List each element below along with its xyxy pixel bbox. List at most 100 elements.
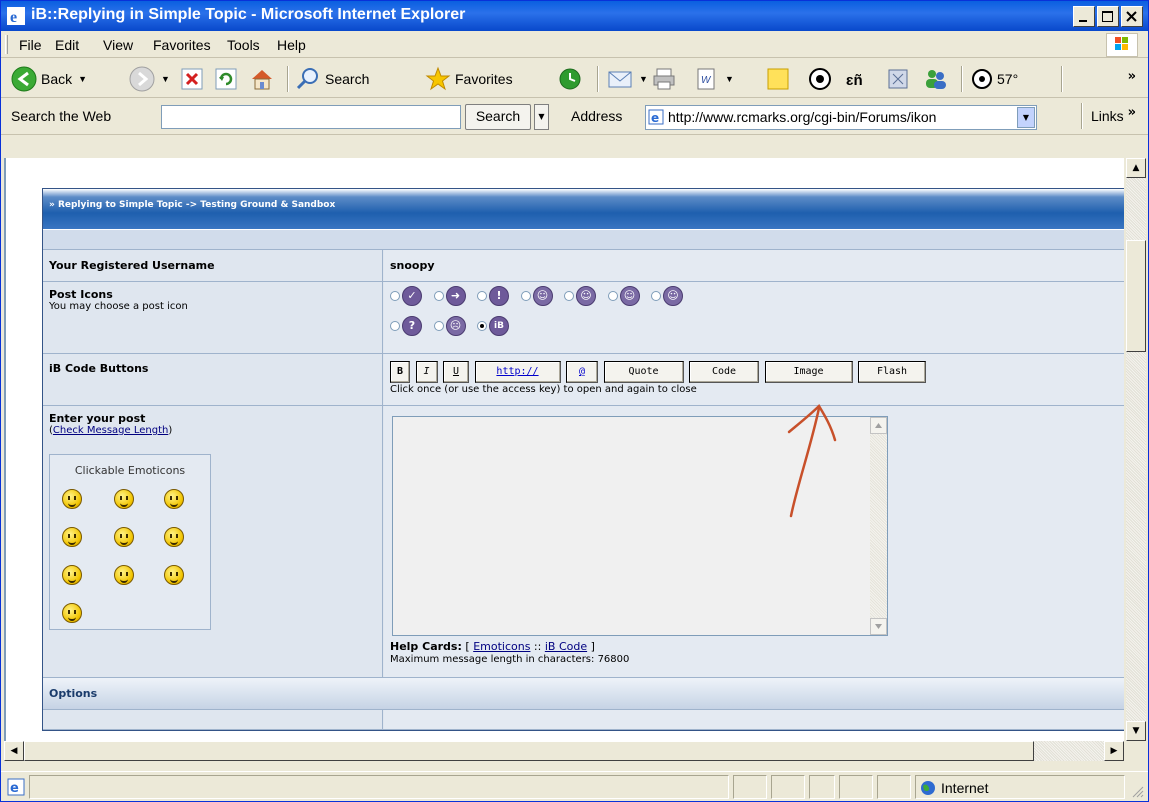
links-button[interactable]: Links: [1091, 108, 1124, 124]
cool-emoticon-icon[interactable]: [164, 565, 184, 585]
search-web-label: Search the Web: [11, 108, 112, 124]
minimize-icon: [1079, 20, 1087, 22]
mail-dropdown-icon[interactable]: ▼: [639, 74, 648, 84]
refresh-button[interactable]: [215, 64, 237, 94]
checkmark-icon: ✓: [402, 286, 422, 306]
back-dropdown-icon[interactable]: ▼: [78, 74, 87, 84]
url-button[interactable]: http://: [474, 361, 561, 383]
menu-tools[interactable]: Tools: [227, 37, 260, 53]
menu-file[interactable]: File: [19, 37, 42, 53]
zone-label: Internet: [941, 780, 989, 796]
menu-favorites[interactable]: Favorites: [153, 37, 211, 53]
check-length-link[interactable]: Check Message Length: [53, 425, 168, 436]
smile-icon: ☺: [532, 286, 553, 306]
stop-button[interactable]: [181, 64, 203, 94]
search-web-button[interactable]: Search: [465, 104, 531, 130]
tongue-emoticon-icon[interactable]: [62, 565, 82, 585]
scroll-right-icon[interactable]: ▶: [1104, 741, 1124, 761]
resize-grip-icon[interactable]: [1130, 784, 1144, 798]
email-button[interactable]: @: [566, 361, 598, 383]
maximize-button[interactable]: [1097, 6, 1119, 27]
history-button[interactable]: [557, 64, 583, 94]
post-icon-radio-selected[interactable]: [477, 321, 487, 331]
underline-button[interactable]: U: [443, 361, 469, 383]
forward-dropdown-icon[interactable]: ▼: [161, 74, 170, 84]
media-button[interactable]: [885, 64, 911, 94]
flash-button[interactable]: Flash: [858, 361, 926, 383]
scroll-left-icon[interactable]: ◀: [4, 741, 24, 761]
post-icon-radio[interactable]: [607, 291, 618, 301]
post-icon-radio[interactable]: [433, 291, 444, 301]
research-button[interactable]: ɛñ: [845, 64, 875, 94]
edit-word-button[interactable]: W ▼: [693, 64, 734, 94]
post-textarea[interactable]: [392, 416, 888, 636]
smiley-emoticon-icon[interactable]: [62, 489, 82, 509]
search-web-dropdown[interactable]: ▼: [534, 104, 549, 130]
svg-text:ɛñ: ɛñ: [846, 72, 863, 89]
horizontal-scroll-thumb[interactable]: [24, 741, 1034, 761]
favorites-button[interactable]: Favorites: [425, 64, 513, 94]
code-button[interactable]: Code: [689, 361, 759, 383]
discuss-button[interactable]: [765, 64, 791, 94]
quote-button[interactable]: Quote: [603, 361, 684, 383]
post-icon-radio[interactable]: [564, 291, 574, 301]
laugh-emoticon-icon[interactable]: [164, 489, 184, 509]
scroll-up-icon[interactable]: ▲: [1126, 158, 1146, 178]
address-input[interactable]: e http://www.rcmarks.org/cgi-bin/Forums/…: [645, 105, 1037, 130]
edit-dropdown-icon[interactable]: ▼: [725, 74, 734, 84]
post-icon-radio[interactable]: [433, 321, 444, 331]
toolbar-chevron-icon[interactable]: »: [1128, 69, 1136, 84]
toolbar-grip[interactable]: [5, 35, 8, 54]
post-icon-radio[interactable]: [390, 321, 400, 331]
close-button[interactable]: [1121, 6, 1143, 27]
address-bar: Search the Web Search ▼ Address e http:/…: [1, 99, 1148, 135]
bold-button[interactable]: B: [390, 361, 410, 383]
horizontal-scrollbar[interactable]: ◀ ▶: [4, 741, 1124, 761]
standard-toolbar: Back ▼ ▼ Search Favorites ▼ W ▼ ɛñ 57° »: [1, 59, 1148, 98]
italic-button[interactable]: I: [415, 361, 438, 383]
weather-button[interactable]: 57°: [971, 64, 1018, 94]
favorites-label: Favorites: [455, 71, 513, 87]
textarea-scroll-down-icon[interactable]: [870, 618, 887, 635]
search-web-input[interactable]: [161, 105, 461, 129]
emoticons-help-link[interactable]: Emoticons: [473, 640, 530, 653]
help-cards-label: Help Cards:: [390, 640, 462, 653]
vertical-scroll-thumb[interactable]: [1126, 240, 1146, 352]
post-icon-radio[interactable]: [390, 291, 400, 301]
contacts-button[interactable]: [923, 64, 949, 94]
search-button[interactable]: Search: [295, 64, 369, 94]
menu-help[interactable]: Help: [277, 37, 306, 53]
minimize-button[interactable]: [1073, 6, 1095, 27]
post-icon-radio[interactable]: [520, 291, 531, 301]
question-icon: ?: [402, 316, 422, 336]
menu-view[interactable]: View: [103, 37, 133, 53]
wink-emoticon-icon[interactable]: [114, 527, 134, 547]
mail-button[interactable]: ▼: [607, 64, 648, 94]
textarea-scroll-up-icon[interactable]: [870, 417, 887, 434]
print-button[interactable]: [651, 64, 677, 94]
status-cell: [877, 775, 911, 799]
sad-emoticon-icon[interactable]: [114, 489, 134, 509]
status-text-cell: [29, 775, 729, 799]
ie-logo-icon: e: [7, 7, 25, 25]
back-button[interactable]: Back ▼: [11, 64, 87, 94]
emoticons-caption: Clickable Emoticons: [74, 464, 186, 477]
vertical-scrollbar[interactable]: ▲ ▼: [1126, 158, 1146, 741]
textarea-scrollbar[interactable]: [870, 417, 887, 635]
post-icon-radio[interactable]: [651, 291, 661, 301]
happy-emoticon-icon[interactable]: [62, 603, 82, 623]
messenger-button[interactable]: [807, 64, 833, 94]
menu-edit[interactable]: Edit: [55, 37, 79, 53]
emoticons-panel: Clickable Emoticons: [49, 454, 211, 630]
address-dropdown-icon[interactable]: ▼: [1017, 107, 1035, 128]
image-button[interactable]: Image: [764, 361, 853, 383]
post-icon-radio[interactable]: [477, 291, 487, 301]
angry-emoticon-icon[interactable]: [114, 565, 134, 585]
ibcode-help-link[interactable]: iB Code: [545, 640, 587, 653]
forward-button[interactable]: ▼: [129, 64, 170, 94]
scroll-down-icon[interactable]: ▼: [1126, 721, 1146, 741]
dizzy-emoticon-icon[interactable]: [62, 527, 82, 547]
home-button[interactable]: [249, 64, 275, 94]
confused-emoticon-icon[interactable]: [164, 527, 184, 547]
links-chevron-icon[interactable]: »: [1128, 105, 1136, 120]
